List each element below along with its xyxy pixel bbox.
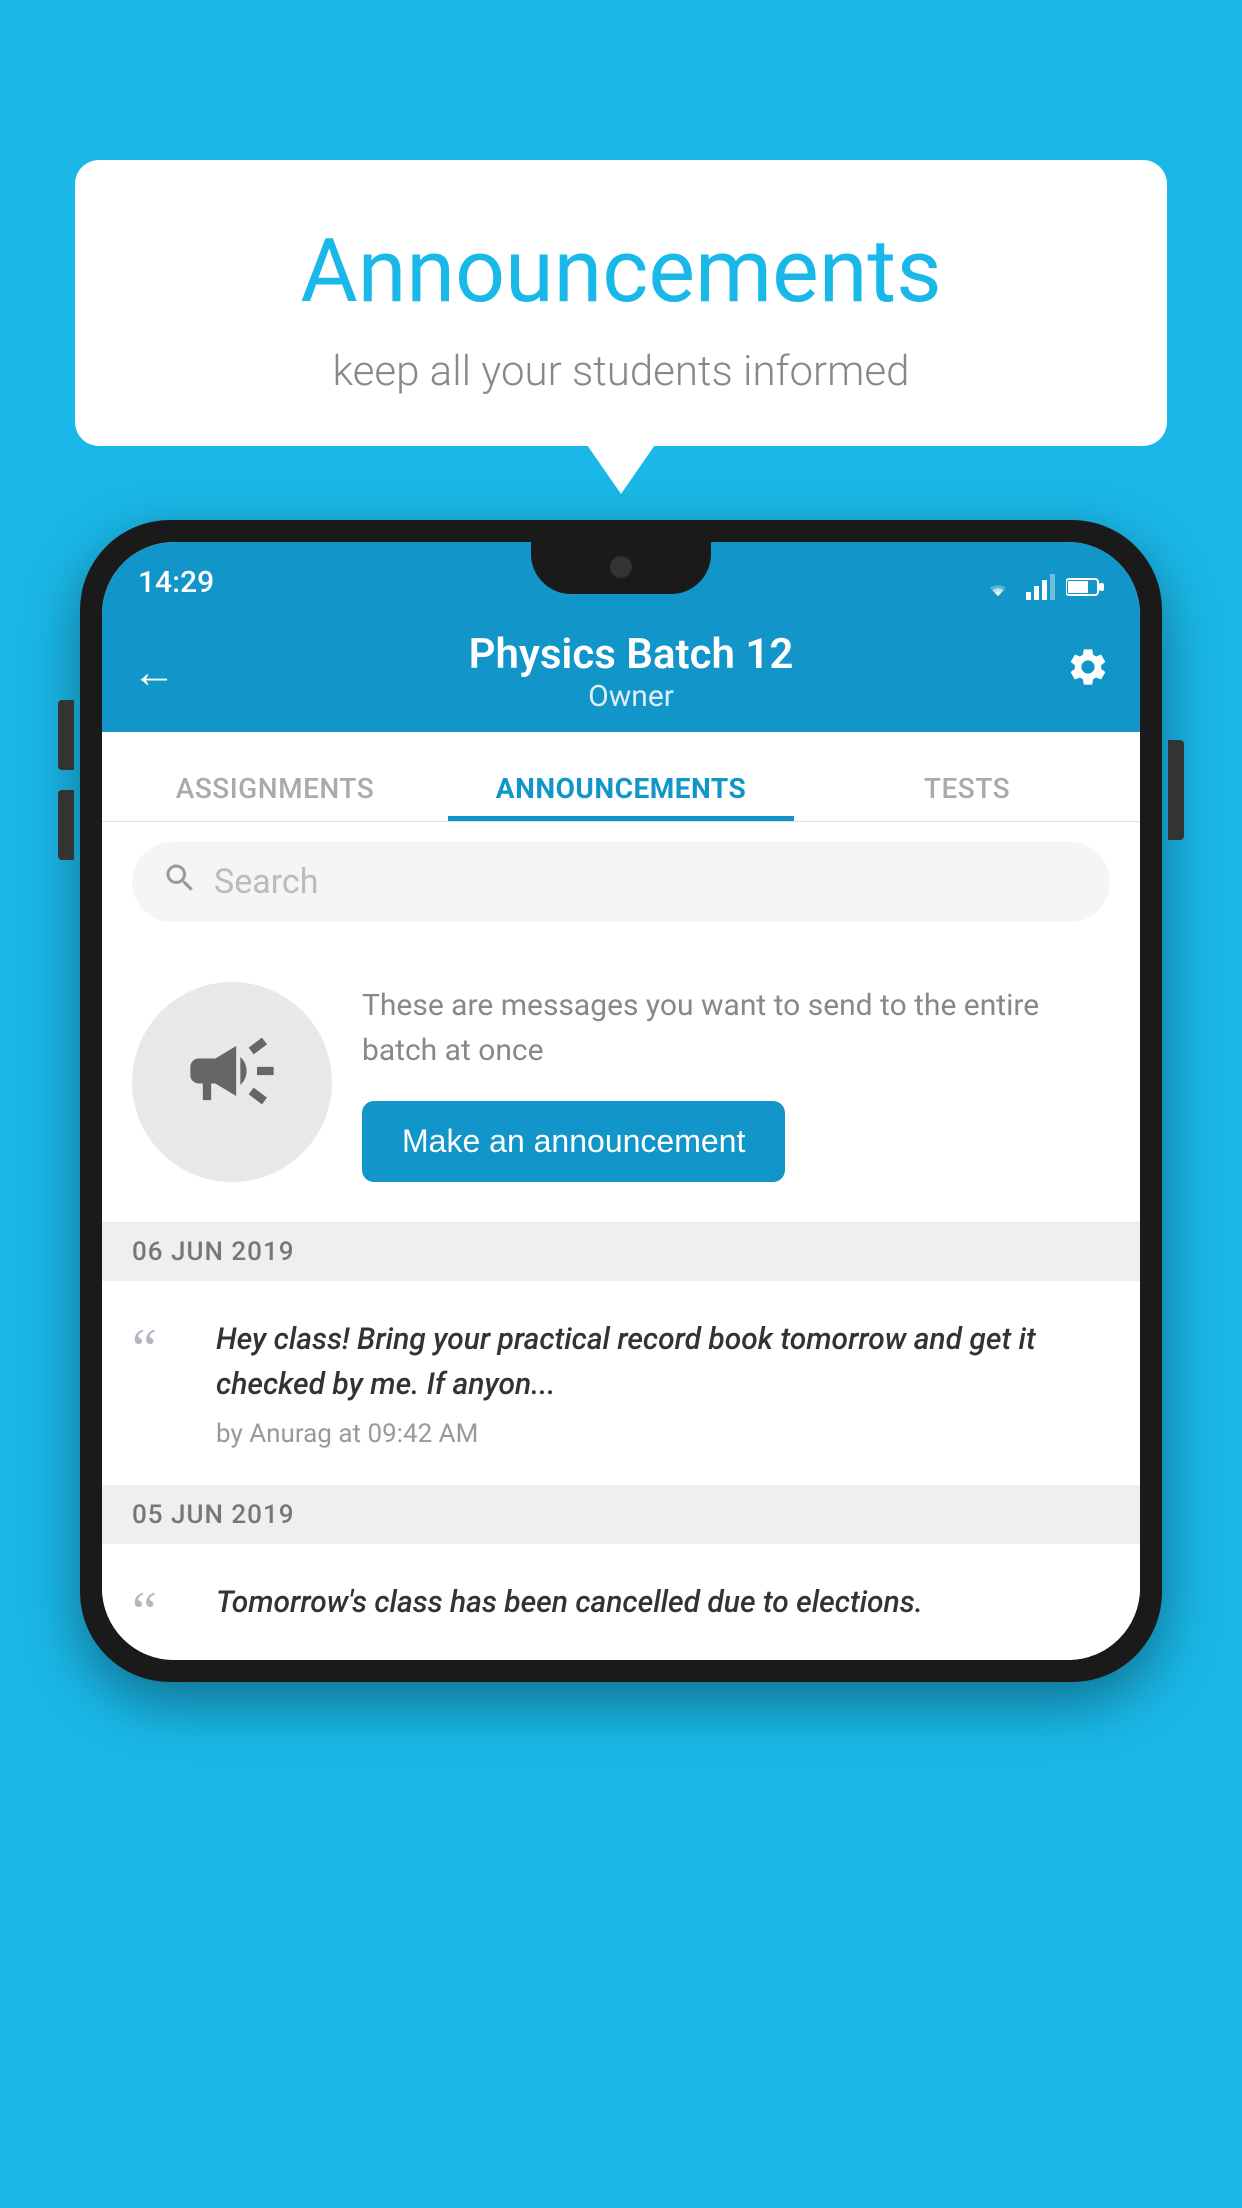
app-bar-subtitle: Owner [196,679,1066,714]
app-bar-center: Physics Batch 12 Owner [196,630,1066,714]
app-bar-title: Physics Batch 12 [196,630,1066,679]
announcement-content-2: Tomorrow's class has been cancelled due … [216,1580,1110,1637]
speech-bubble-section: Announcements keep all your students inf… [75,160,1167,446]
app-bar: ← Physics Batch 12 Owner [102,612,1140,732]
tabs-bar: ASSIGNMENTS ANNOUNCEMENTS TESTS [102,732,1140,822]
bubble-title: Announcements [115,220,1127,323]
announcement-text-1: Hey class! Bring your practical record b… [216,1317,1110,1407]
quote-icon-1: “ [132,1321,192,1377]
back-button[interactable]: ← [132,646,176,698]
announce-icon-circle [132,982,332,1182]
search-icon [162,860,198,905]
settings-icon[interactable] [1066,645,1110,700]
phone-screen: 14:29 [102,542,1140,1660]
search-bar[interactable]: Search [132,842,1110,922]
search-container: Search [102,822,1140,942]
quote-icon-2: “ [132,1584,192,1640]
announcement-item-1[interactable]: “ Hey class! Bring your practical record… [102,1281,1140,1486]
tab-tests[interactable]: TESTS [794,772,1140,821]
phone-mockup: 14:29 [80,520,1162,1682]
announcement-item-2[interactable]: “ Tomorrow's class has been cancelled du… [102,1544,1140,1660]
announce-description: These are messages you want to send to t… [362,983,1110,1073]
announcement-text-2: Tomorrow's class has been cancelled due … [216,1580,1110,1625]
camera [610,556,632,578]
battery-icon [1066,576,1104,598]
tab-announcements[interactable]: ANNOUNCEMENTS [448,772,794,821]
announce-right: These are messages you want to send to t… [362,983,1110,1182]
status-time: 14:29 [138,565,214,600]
phone-outer-shell: 14:29 [80,520,1162,1682]
speech-bubble-card: Announcements keep all your students inf… [75,160,1167,446]
megaphone-icon [182,1021,282,1143]
bubble-subtitle: keep all your students informed [115,347,1127,396]
search-placeholder: Search [214,862,318,902]
date-separator-1: 06 JUN 2019 [102,1223,1140,1281]
tab-assignments[interactable]: ASSIGNMENTS [102,772,448,821]
announcement-content-1: Hey class! Bring your practical record b… [216,1317,1110,1449]
volume-up-button [58,700,74,770]
announcement-intro-section: These are messages you want to send to t… [102,942,1140,1223]
date-separator-2: 05 JUN 2019 [102,1486,1140,1544]
make-announcement-button[interactable]: Make an announcement [362,1101,785,1182]
signal-icon [1026,574,1056,600]
volume-down-button [58,790,74,860]
wifi-icon [980,574,1016,600]
power-button [1168,740,1184,840]
phone-notch [531,542,711,594]
announcement-meta-1: by Anurag at 09:42 AM [216,1419,1110,1449]
status-icons [980,574,1104,600]
